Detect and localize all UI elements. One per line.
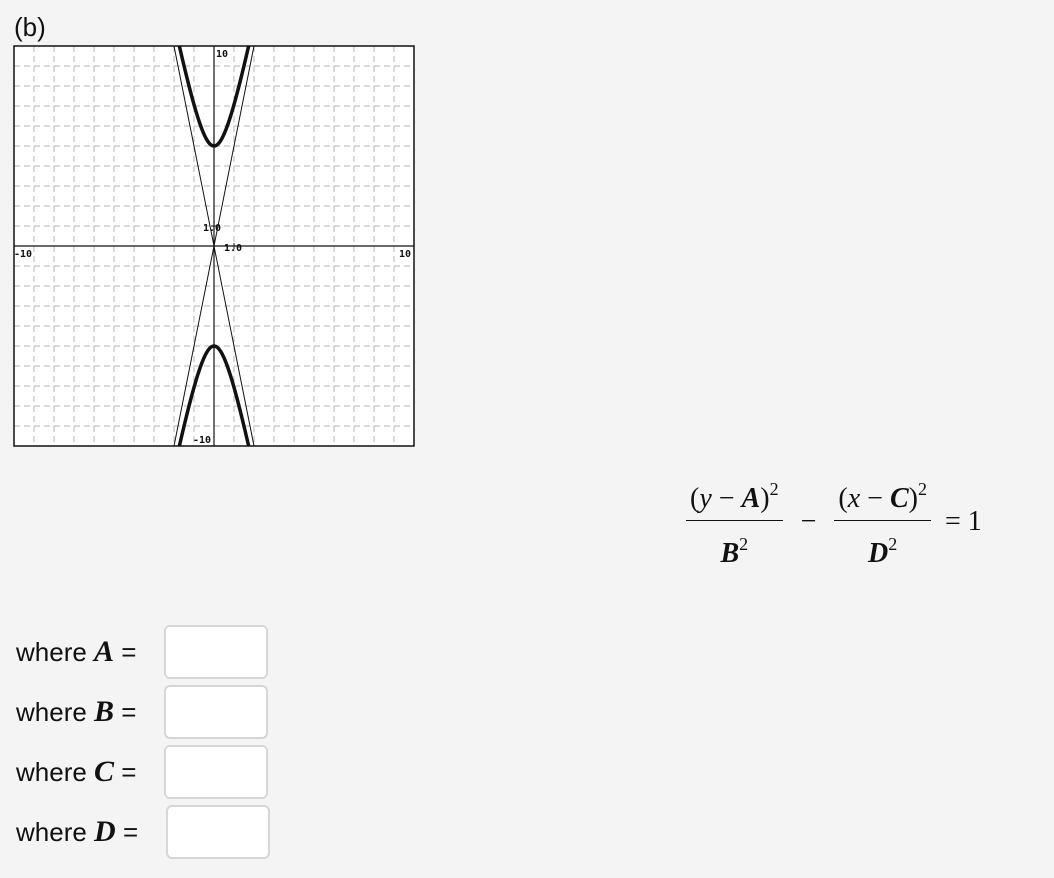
label-prefix: where — [16, 757, 95, 787]
label-var: D — [94, 815, 116, 848]
tick-label-y-max: 10 — [216, 49, 228, 60]
part-label: (b) — [14, 12, 46, 42]
exponent: 2 — [769, 479, 779, 499]
answer-row-A: where A = — [16, 622, 270, 682]
var-B: B — [720, 538, 740, 569]
var-C: C — [889, 483, 909, 514]
label-suffix: = — [115, 817, 139, 847]
answer-row-D: where D = — [16, 802, 270, 862]
denominator-D: D2 — [868, 521, 897, 569]
var-A: A — [741, 483, 761, 514]
var-D: D — [868, 538, 889, 569]
label-prefix: where — [16, 817, 95, 847]
label-suffix: = — [114, 637, 137, 667]
label-var: C — [94, 755, 115, 788]
label-suffix: = — [114, 697, 137, 727]
answer-label-D: where D = — [16, 815, 164, 849]
numerator-x: (x − C)2 — [834, 474, 931, 521]
answer-label-B: where B = — [16, 695, 164, 729]
paren-close: ) — [908, 483, 918, 514]
answer-row-B: where B = — [16, 682, 270, 742]
tick-label-x-max: 10 — [399, 249, 411, 260]
fraction-x-term: (x − C)2 D2 — [834, 474, 931, 569]
label-prefix: where — [16, 697, 95, 727]
equals-one: = 1 — [944, 505, 982, 537]
minus-sign: − — [860, 483, 890, 514]
label-var: B — [94, 695, 115, 728]
label-prefix: where — [16, 637, 95, 667]
label-suffix: = — [114, 757, 137, 787]
tick-label-y-unit: 1.0 — [203, 223, 221, 234]
minus-sign: − — [711, 483, 742, 514]
answer-input-C[interactable] — [164, 745, 268, 799]
tick-label-x-min: -10 — [14, 249, 32, 260]
hyperbola-equation: (y − A)2 B2 − (x − C)2 D2 = 1 — [686, 474, 982, 569]
answer-fields: where A = where B = where C = where D = — [16, 622, 270, 862]
var-x: x — [847, 483, 861, 514]
label-var: A — [94, 635, 115, 668]
paren-close: ) — [760, 483, 770, 514]
hyperbola-graph: 10 1.0 1.0 -10 10 -10 — [13, 45, 415, 447]
answer-input-B[interactable] — [164, 685, 268, 739]
exponent: 2 — [917, 479, 927, 499]
answer-label-C: where C = — [16, 755, 164, 789]
answer-row-C: where C = — [16, 742, 270, 802]
var-y: y — [699, 483, 712, 514]
answer-input-D[interactable] — [166, 805, 270, 859]
numerator-y: (y − A)2 — [686, 474, 783, 521]
answer-input-A[interactable] — [164, 625, 268, 679]
tick-label-y-min: -10 — [193, 435, 211, 446]
denominator-B: B2 — [720, 521, 748, 569]
paren-open: ( — [690, 483, 700, 514]
exponent: 2 — [888, 534, 898, 554]
minus-operator: − — [800, 505, 817, 537]
paren-open: ( — [838, 483, 848, 514]
exponent: 2 — [739, 534, 749, 554]
answer-label-A: where A = — [16, 635, 164, 669]
fraction-y-term: (y − A)2 B2 — [686, 474, 783, 569]
tick-label-x-unit: 1.0 — [224, 243, 242, 254]
